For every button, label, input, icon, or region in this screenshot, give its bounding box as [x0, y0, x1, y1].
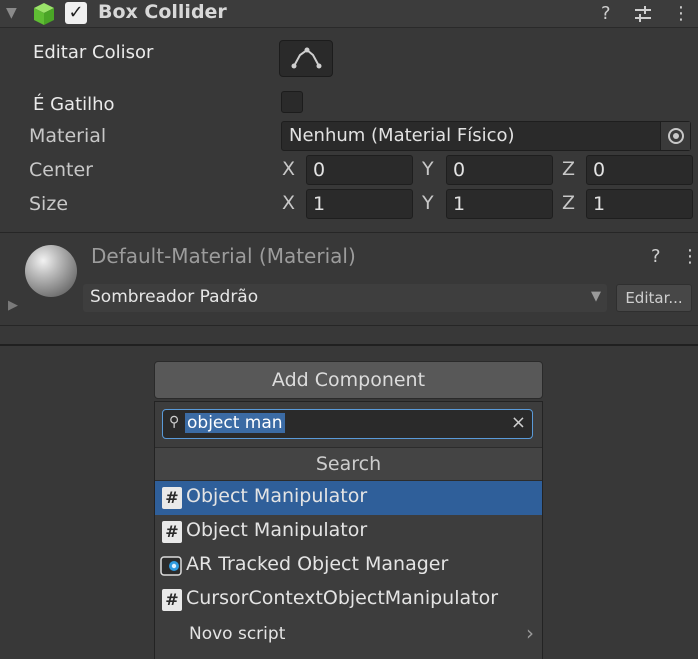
shader-value: Sombreador Padrão: [90, 287, 259, 307]
center-y-label[interactable]: Y: [422, 158, 434, 180]
is-trigger-label: É Gatilho: [33, 94, 115, 115]
chevron-down-icon: ▼: [591, 289, 601, 304]
edit-collider-button[interactable]: [279, 40, 333, 77]
result-item-ar-tracked-object-manager[interactable]: AR Tracked Object Manager: [155, 549, 542, 583]
size-y-label[interactable]: Y: [422, 192, 434, 214]
section-divider: [0, 232, 698, 233]
box-collider-icon: [34, 3, 54, 25]
center-z-label[interactable]: Z: [562, 158, 575, 180]
ar-component-icon: [160, 556, 182, 576]
object-picker-icon: [668, 128, 684, 144]
result-label: CursorContextObjectManipulator: [186, 587, 499, 609]
clear-search-icon[interactable]: ×: [511, 412, 526, 433]
new-script-label: Novo script: [189, 624, 286, 644]
size-x-value: 1: [313, 193, 326, 215]
edit-shader-button[interactable]: Editar...: [616, 284, 692, 312]
center-x-value: 0: [313, 159, 326, 181]
size-y-value: 1: [453, 193, 466, 215]
center-y-field[interactable]: 0: [446, 155, 553, 185]
component-search-input[interactable]: ⚲ object man ×: [162, 409, 533, 439]
material-value: Nenhum (Material Físico): [289, 125, 515, 146]
component-header[interactable]: ▼ ✓ Box Collider ? ⋮: [0, 0, 698, 28]
material-menu-icon[interactable]: ⋮: [681, 246, 698, 267]
section-divider: [0, 325, 698, 326]
material-title: Default-Material (Material): [91, 244, 356, 268]
size-x-field[interactable]: 1: [306, 189, 413, 219]
size-z-value: 1: [593, 193, 606, 215]
material-preview-sphere: [25, 245, 77, 297]
search-results-header: Search: [155, 447, 542, 481]
material-object-field[interactable]: Nenhum (Material Físico): [281, 121, 691, 151]
menu-icon[interactable]: ⋮: [672, 3, 690, 24]
is-trigger-checkbox[interactable]: [281, 91, 303, 113]
edit-collider-icon: [291, 47, 322, 69]
result-label: Object Manipulator: [186, 485, 368, 507]
object-picker-button[interactable]: [660, 122, 690, 150]
script-hash-icon: #: [162, 521, 182, 543]
search-value: object man: [185, 413, 285, 433]
script-hash-icon: #: [162, 589, 182, 611]
search-icon: ⚲: [169, 414, 180, 430]
center-x-label[interactable]: X: [282, 158, 295, 180]
center-z-value: 0: [593, 159, 606, 181]
center-y-value: 0: [453, 159, 466, 181]
foldout-arrow-icon[interactable]: ▼: [6, 5, 17, 21]
center-label: Center: [29, 159, 93, 181]
result-item-object-manipulator[interactable]: # Object Manipulator: [155, 515, 542, 549]
material-help-icon[interactable]: ?: [651, 246, 661, 267]
result-label: Object Manipulator: [186, 519, 368, 541]
size-y-field[interactable]: 1: [446, 189, 553, 219]
section-divider: [0, 344, 698, 346]
new-script-item[interactable]: Novo script ›: [155, 618, 542, 652]
presets-icon[interactable]: [633, 4, 653, 24]
center-x-field[interactable]: 0: [306, 155, 413, 185]
add-component-button[interactable]: Add Component: [154, 361, 543, 399]
material-foldout-arrow-icon[interactable]: ▶: [8, 298, 18, 313]
enabled-checkbox[interactable]: ✓: [65, 2, 87, 24]
size-z-field[interactable]: 1: [586, 189, 693, 219]
edit-collider-label: Editar Colisor: [33, 42, 154, 63]
size-label: Size: [29, 193, 69, 215]
shader-dropdown[interactable]: Sombreador Padrão ▼: [83, 284, 607, 312]
script-hash-icon: #: [162, 487, 182, 509]
material-label: Material: [29, 125, 107, 147]
center-z-field[interactable]: 0: [586, 155, 693, 185]
size-x-label[interactable]: X: [282, 192, 295, 214]
result-item-cursor-context-object-manipulator[interactable]: # CursorContextObjectManipulator: [155, 583, 542, 617]
chevron-right-icon: ›: [526, 621, 534, 645]
result-label: AR Tracked Object Manager: [186, 553, 449, 575]
help-icon[interactable]: ?: [601, 3, 611, 24]
component-title: Box Collider: [98, 1, 227, 23]
result-item-object-manipulator[interactable]: # Object Manipulator: [155, 481, 542, 515]
size-z-label[interactable]: Z: [562, 192, 575, 214]
